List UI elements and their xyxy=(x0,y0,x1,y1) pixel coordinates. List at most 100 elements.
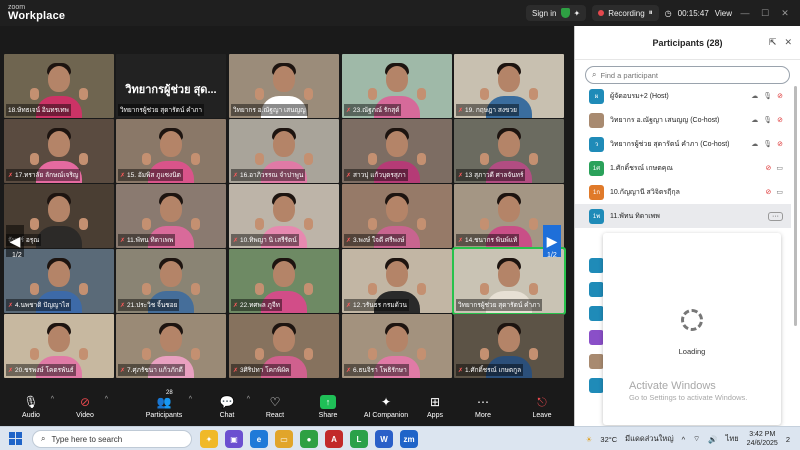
system-clock[interactable]: 3:42 PM 24/6/2025 xyxy=(747,430,778,448)
muted-mic-icon: ✗ xyxy=(233,172,239,179)
more-button[interactable]: ⋯ More xyxy=(458,394,508,419)
video-tile[interactable]: 18.ษัทธเจน์ อินทรเทพ xyxy=(4,54,114,118)
network-icon[interactable]: ⌔ xyxy=(693,434,700,444)
thumbs-up-gesture xyxy=(417,153,426,165)
copilot-icon[interactable]: ✦ xyxy=(200,430,218,448)
edge-icon[interactable]: e xyxy=(250,430,268,448)
react-button[interactable]: ♡ React xyxy=(250,394,300,419)
thumbs-up-gesture xyxy=(79,218,88,230)
leave-button[interactable]: ⎋ Leave xyxy=(517,394,567,419)
participant-list-name: 10.กัญญานี สวิจิตรฤีกุล xyxy=(610,188,680,196)
windows-start-icon[interactable] xyxy=(9,432,22,445)
video-tile[interactable]: ✗ 17.ทราลัย ลักษณ์เจริญ xyxy=(4,119,114,183)
thumbs-up-gesture xyxy=(368,153,377,165)
more-label: More xyxy=(475,412,491,419)
loading-spinner-icon xyxy=(681,309,703,331)
participant-name-label: ✗ 3.พงษ์ ใจดี ศรีพงษ์ xyxy=(344,234,407,246)
word-icon[interactable]: W xyxy=(375,430,393,448)
participants-button[interactable]: 👥 28 Participants ^ xyxy=(134,390,194,419)
participant-figure xyxy=(498,261,520,287)
participant-list-name: วิทยากรผู้ช่วย สุดารัตน์ คำภา (Co-host) xyxy=(610,140,730,148)
close-window-button[interactable]: ✕ xyxy=(778,8,792,19)
tray-chevron-icon[interactable]: ^ xyxy=(682,435,686,444)
participant-row[interactable]: วิทยากร อ.ณัฐญา เสนญญ (Co-host) ☁ 🎙 ⊘ xyxy=(575,108,791,132)
participant-row[interactable]: ว วิทยากรผู้ช่วย สุดารัตน์ คำภา (Co-host)… xyxy=(575,132,791,156)
apps-button[interactable]: ⊞ Apps xyxy=(410,394,460,419)
video-tile[interactable]: ✗ 20.ชรพงษ์ โคตรพันธ์ xyxy=(4,314,114,378)
participant-search-input[interactable] xyxy=(600,70,771,80)
notification-badge[interactable]: 2 xyxy=(786,435,790,444)
video-gallery: 18.ษัทธเจน์ อินทรเทพ วิทยากรผู้ช่วย สุด..… xyxy=(0,26,574,390)
clock-time: 3:42 PM xyxy=(749,431,776,438)
video-tile[interactable]: ✗ 22.ทศพล ภูจีท xyxy=(229,249,339,313)
video-tile[interactable]: วิทยากรผู้ช่วย สุด... วิทยากรผู้ช่วย สุดา… xyxy=(116,54,226,118)
participant-more-button[interactable]: ··· xyxy=(768,211,783,221)
zoom-taskbar-icon[interactable]: zm xyxy=(400,430,418,448)
video-button[interactable]: ⊘ Video ^ xyxy=(60,394,110,419)
video-tile[interactable]: ✗ 3.พงษ์ ใจดี ศรีพงษ์ xyxy=(342,184,452,248)
meeting-timer: 00:15:47 xyxy=(677,8,709,18)
video-tile[interactable]: ✗ 15. อัมพิส ภูแซงนิต xyxy=(116,119,226,183)
participant-row[interactable]: 1ศ 1.ศักดิ์ชรณ์ เกษตคุณ ⊘ ▭ xyxy=(575,156,791,180)
participant-list: ผผู้จัดอบรม+2 (Host) ☁ 🎙 ⊘ วิทยากร อ.ณัฐญา เ… xyxy=(575,84,791,228)
video-tile[interactable]: ✗ 12.วรันธร กรมด้วน xyxy=(342,249,452,313)
participant-figure xyxy=(386,66,408,92)
participant-row[interactable]: ผ ผู้จัดอบรม+2 (Host) ☁ 🎙 ⊘ xyxy=(575,84,791,108)
minimize-button[interactable]: — xyxy=(738,8,752,18)
task-view-icon[interactable]: ▣ xyxy=(225,430,243,448)
audio-button[interactable]: 🎙 Audio ^ xyxy=(6,394,56,419)
chrome-icon[interactable]: ● xyxy=(300,430,318,448)
security-shield-icon[interactable] xyxy=(560,8,570,18)
close-panel-icon[interactable]: ✕ xyxy=(784,37,792,48)
video-tile[interactable]: ✗ 10.ทิพญา นิ เสรีรัตน์ xyxy=(229,184,339,248)
video-tile[interactable]: ✗ 23.ณัฐภณ์ รักสุด์ xyxy=(342,54,452,118)
muted-mic-icon: ✗ xyxy=(233,302,239,309)
chevron-up-icon[interactable]: ^ xyxy=(105,396,108,403)
video-tile[interactable]: ✗ 11.พัทน ทิดาเพพ xyxy=(116,184,226,248)
logo-line2: Workplace xyxy=(8,10,66,22)
taskbar-search-placeholder: Type here to search xyxy=(51,434,123,444)
thumbs-up-gesture xyxy=(304,153,313,165)
thumbs-up-gesture xyxy=(142,348,151,360)
participant-row[interactable]: 1ก 10.กัญญานี สวิจิตรฤีกุล ⊘ ▭ xyxy=(575,180,791,204)
ai-companion-button[interactable]: ✦ AI Companion xyxy=(354,394,418,419)
video-tile[interactable]: ✗ 3ศิริปทา โคกพิผัค xyxy=(229,314,339,378)
file-explorer-icon[interactable]: ▭ xyxy=(275,430,293,448)
video-tile[interactable]: ✗ 16.อาภิวรรณ จำปาพูน xyxy=(229,119,339,183)
video-tile[interactable]: ✗ 1.ศักดิ์ชรณ์ เกษตกูล xyxy=(454,314,564,378)
temperature: 32°C xyxy=(600,434,618,444)
pdf-reader-icon[interactable]: A xyxy=(325,430,343,448)
avatar: 1ศ xyxy=(589,160,604,176)
recording-indicator[interactable]: Recording ⏸ xyxy=(592,5,659,21)
pop-out-icon[interactable]: ⇱ xyxy=(769,37,777,48)
video-tile[interactable]: ✗ 7.ศุภรัชนา แก้วภักดี xyxy=(116,314,226,378)
muted-mic-icon: ✗ xyxy=(346,367,352,374)
taskbar-search[interactable]: ⌕ Type here to search xyxy=(32,430,192,448)
pause-icon[interactable]: ⏸ xyxy=(649,8,653,18)
zoom-logo: zoom Workplace xyxy=(8,3,66,22)
share-button[interactable]: ↑ Share xyxy=(303,394,353,419)
line-icon[interactable]: L xyxy=(350,430,368,448)
video-tile[interactable]: ✗ 19. กฤษฎา สงขวย xyxy=(454,54,564,118)
participant-search[interactable]: ⌕ xyxy=(585,66,790,84)
video-tile[interactable]: ✗ 6.ธนจิรา โพธิรักษา xyxy=(342,314,452,378)
video-tile[interactable]: ✗ 13 สุภาวดี ศาลจันทร์ xyxy=(454,119,564,183)
participant-name-label: ✗ 1.ศักดิ์ชรณ์ เกษตกูล xyxy=(456,364,524,376)
speaker-icon[interactable]: 🔊 xyxy=(708,435,717,444)
language-indicator[interactable]: ไทย xyxy=(726,433,739,445)
chat-button[interactable]: 💬 Chat ^ xyxy=(202,394,252,419)
watermark-title: Activate Windows xyxy=(629,380,716,392)
participant-row[interactable]: 1พ 11.พัทน ทิดาเพพ ··· xyxy=(575,204,791,228)
participant-name: 4.นพชาติ ปัญญาไส xyxy=(15,302,70,309)
participant-name: 3.พงษ์ ใจดี ศรีพงษ์ xyxy=(353,237,405,244)
video-tile[interactable]: ✗ 21.ประวิช จิ้นชอย xyxy=(116,249,226,313)
sparkle-icon[interactable]: ✦ xyxy=(574,9,581,18)
maximize-button[interactable]: ☐ xyxy=(758,8,772,19)
chevron-up-icon[interactable]: ^ xyxy=(189,396,192,403)
video-tile[interactable]: วิทยากร อ.ณัฐญา เสนญญ xyxy=(229,54,339,118)
chevron-up-icon[interactable]: ^ xyxy=(51,396,54,403)
sign-in-button[interactable]: Sign in xyxy=(532,9,556,18)
panel-scrollbar[interactable] xyxy=(794,86,797,326)
view-button[interactable]: View xyxy=(715,9,732,18)
video-tile[interactable]: ✗ สาวปุ แก้วบุตรสุภา xyxy=(342,119,452,183)
